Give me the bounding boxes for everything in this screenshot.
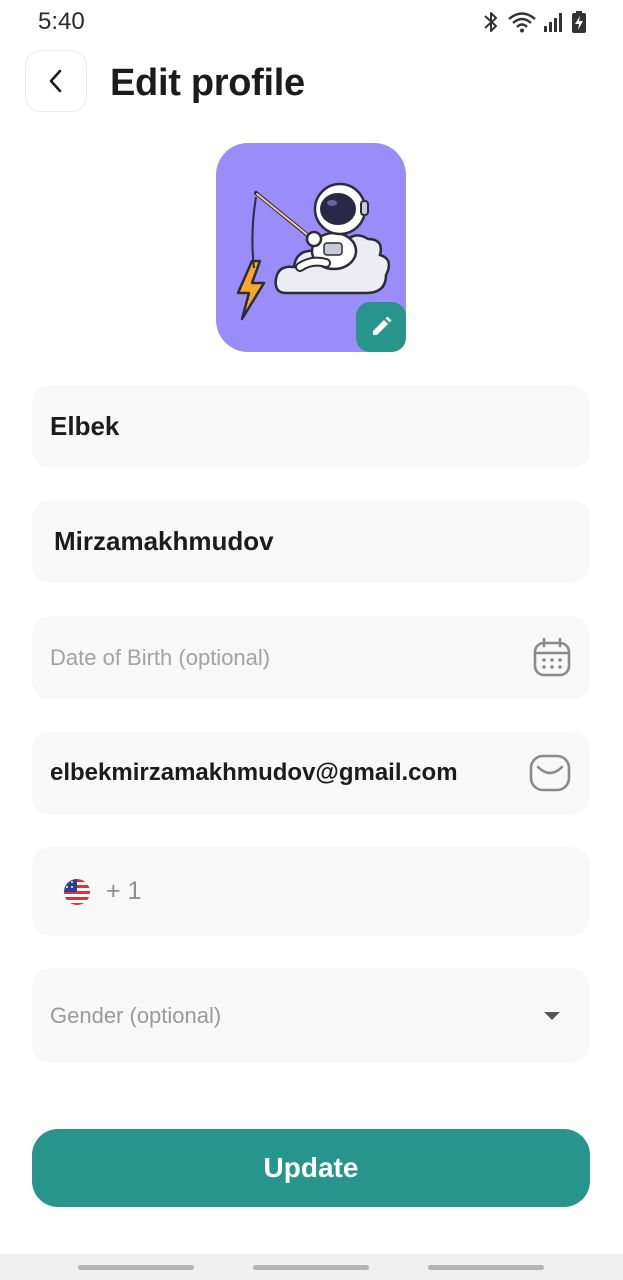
date-of-birth-field[interactable]: Date of Birth (optional) [32,616,590,699]
calendar-icon[interactable] [532,637,572,679]
nav-recents-pill[interactable] [78,1265,194,1270]
last-name-value: Mirzamakhmudov [54,526,274,556]
edit-avatar-button[interactable] [356,302,406,352]
page-title: Edit profile [110,62,305,104]
update-button[interactable]: Update [32,1129,590,1207]
us-flag-icon [64,878,90,905]
back-button[interactable] [25,50,87,112]
last-name-field[interactable]: Mirzamakhmudov [32,500,590,583]
battery-charging-icon [572,11,586,33]
gender-placeholder: Gender (optional) [50,1002,222,1028]
pencil-icon [373,316,392,335]
bluetooth-icon [484,12,497,32]
chevron-left-icon [49,69,62,93]
date-of-birth-placeholder: Date of Birth (optional) [50,644,271,670]
system-nav-bar [0,1254,623,1280]
phone-field[interactable]: + 1 [32,847,590,936]
gender-select[interactable]: Gender (optional) [32,968,590,1063]
nav-back-pill[interactable] [428,1265,544,1270]
status-icons [481,10,587,34]
email-field[interactable]: elbekmirzamakhmudov@gmail.com [32,731,590,815]
phone-country-code: + 1 [106,877,142,905]
status-time: 5:40 [38,8,85,35]
envelope-icon [529,754,571,792]
first-name-value: Elbek [50,411,120,441]
first-name-field[interactable]: Elbek [32,385,590,468]
dropdown-arrow-icon [544,1011,560,1020]
wifi-icon [508,12,536,33]
signal-icon [544,13,562,32]
nav-home-pill[interactable] [253,1265,369,1270]
email-value: elbekmirzamakhmudov@gmail.com [50,759,458,786]
